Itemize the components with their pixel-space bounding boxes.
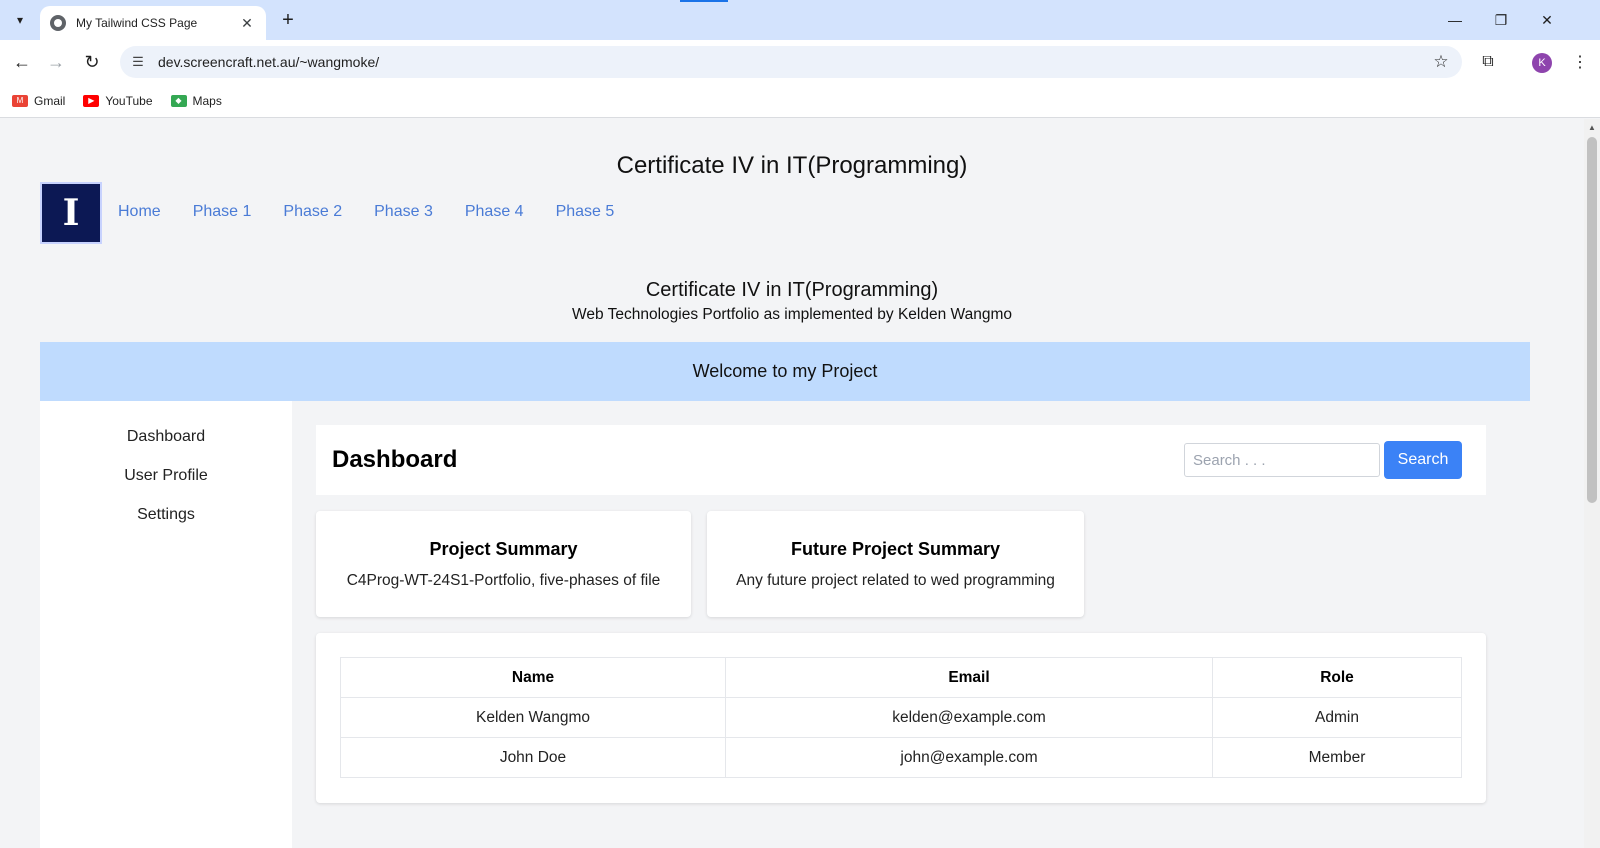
minimize-icon[interactable]: — bbox=[1432, 0, 1478, 40]
page-title: Dashboard bbox=[332, 446, 458, 473]
new-tab-icon[interactable]: + bbox=[276, 8, 300, 32]
close-tab-icon[interactable]: ✕ bbox=[238, 15, 256, 32]
bookmarks-bar: M Gmail ▶ YouTube ◆ Maps bbox=[0, 84, 1600, 118]
column-header-name: Name bbox=[340, 657, 726, 698]
tab-title: My Tailwind CSS Page bbox=[76, 16, 198, 30]
browser-tab[interactable]: My Tailwind CSS Page ✕ bbox=[40, 6, 266, 40]
address-bar[interactable]: ☰ dev.screencraft.net.au/~wangmoke/ ☆ bbox=[120, 46, 1462, 78]
maps-icon: ◆ bbox=[170, 94, 187, 107]
sidebar: Dashboard User Profile Settings bbox=[40, 401, 292, 848]
search-input[interactable] bbox=[1184, 443, 1380, 477]
browser-toolbar: ← → ↻ ☰ dev.screencraft.net.au/~wangmoke… bbox=[0, 40, 1600, 84]
cell-name: John Doe bbox=[340, 737, 726, 778]
cell-email: john@example.com bbox=[725, 737, 1213, 778]
users-table: Name Email Role Kelden Wangmo kelden@exa… bbox=[340, 657, 1462, 778]
youtube-icon: ▶ bbox=[83, 94, 100, 107]
project-summary-card: Project Summary C4Prog-WT-24S1-Portfolio… bbox=[316, 511, 691, 617]
scroll-up-icon[interactable]: ▲ bbox=[1588, 123, 1596, 132]
card-text: C4Prog-WT-24S1-Portfolio, five-phases of… bbox=[346, 572, 661, 589]
scrollbar-thumb[interactable] bbox=[1587, 137, 1597, 503]
nav-home[interactable]: Home bbox=[118, 203, 161, 221]
bookmark-maps[interactable]: ◆ Maps bbox=[170, 93, 222, 108]
bookmark-label: YouTube bbox=[105, 93, 153, 108]
page-scrollbar[interactable]: ▲ bbox=[1584, 119, 1600, 848]
bookmark-youtube[interactable]: ▶ YouTube bbox=[83, 93, 153, 108]
close-window-icon[interactable]: ✕ bbox=[1524, 0, 1570, 40]
column-header-email: Email bbox=[725, 657, 1213, 698]
users-table-card: Name Email Role Kelden Wangmo kelden@exa… bbox=[316, 633, 1486, 803]
site-title: Certificate IV in IT(Programming) bbox=[616, 152, 968, 179]
table-header-row: Name Email Role bbox=[340, 657, 1462, 698]
bookmark-label: Gmail bbox=[34, 93, 66, 108]
site-info-icon[interactable]: ☰ bbox=[130, 54, 146, 70]
page-viewport: Certificate IV in IT(Programming) I Home… bbox=[0, 119, 1584, 848]
site-logo[interactable]: I bbox=[40, 182, 102, 244]
card-title: Future Project Summary bbox=[790, 539, 1001, 559]
hero-title: Certificate IV in IT(Programming) bbox=[645, 279, 939, 301]
welcome-banner: Welcome to my Project bbox=[40, 342, 1530, 401]
cell-name: Kelden Wangmo bbox=[340, 697, 726, 738]
reload-icon[interactable]: ↻ bbox=[78, 48, 106, 76]
sidebar-item-settings[interactable]: Settings bbox=[40, 505, 292, 544]
globe-icon bbox=[50, 15, 66, 31]
card-title: Project Summary bbox=[429, 539, 578, 559]
extensions-icon[interactable]: ⧉ bbox=[1476, 50, 1500, 74]
table-row: John Doe john@example.com Member bbox=[340, 737, 1462, 778]
tab-search-icon[interactable]: ▾ bbox=[8, 8, 32, 32]
bookmark-gmail[interactable]: M Gmail bbox=[12, 94, 65, 108]
dashboard-header: Dashboard Search bbox=[316, 425, 1486, 495]
forward-icon[interactable]: → bbox=[42, 48, 70, 76]
nav-phase-5[interactable]: Phase 5 bbox=[556, 203, 615, 221]
nav-phase-2[interactable]: Phase 2 bbox=[283, 203, 342, 221]
tab-strip: ▾ My Tailwind CSS Page ✕ + — ❐ ✕ bbox=[0, 0, 1600, 40]
column-header-role: Role bbox=[1212, 657, 1462, 698]
gmail-icon: M bbox=[12, 94, 28, 107]
sidebar-item-dashboard[interactable]: Dashboard bbox=[40, 427, 292, 466]
cell-email: kelden@example.com bbox=[725, 697, 1213, 738]
cell-role: Member bbox=[1212, 737, 1462, 778]
top-nav: Home Phase 1 Phase 2 Phase 3 Phase 4 Pha… bbox=[118, 203, 646, 221]
tab-strip-indicator bbox=[680, 0, 728, 2]
nav-phase-1[interactable]: Phase 1 bbox=[193, 203, 252, 221]
back-icon[interactable]: ← bbox=[8, 48, 36, 76]
card-text: Any future project related to wed progra… bbox=[736, 572, 1055, 589]
main-content: Dashboard Search Project Summary C4Prog-… bbox=[292, 401, 1530, 848]
search-button[interactable]: Search bbox=[1384, 441, 1462, 479]
bookmark-label: Maps bbox=[192, 93, 222, 108]
future-project-summary-card: Future Project Summary Any future projec… bbox=[707, 511, 1084, 617]
hero-subtitle: Web Technologies Portfolio as implemente… bbox=[572, 306, 1012, 323]
cell-role: Admin bbox=[1212, 697, 1462, 738]
sidebar-item-user-profile[interactable]: User Profile bbox=[40, 466, 292, 505]
nav-phase-3[interactable]: Phase 3 bbox=[374, 203, 433, 221]
url-text[interactable]: dev.screencraft.net.au/~wangmoke/ bbox=[158, 54, 1426, 70]
restore-icon[interactable]: ❐ bbox=[1478, 0, 1524, 40]
table-row: Kelden Wangmo kelden@example.com Admin bbox=[340, 697, 1462, 738]
bookmark-star-icon[interactable]: ☆ bbox=[1426, 52, 1456, 72]
nav-phase-4[interactable]: Phase 4 bbox=[465, 203, 524, 221]
profile-avatar[interactable]: K bbox=[1532, 53, 1552, 73]
menu-icon[interactable]: ⋮ bbox=[1568, 50, 1592, 74]
